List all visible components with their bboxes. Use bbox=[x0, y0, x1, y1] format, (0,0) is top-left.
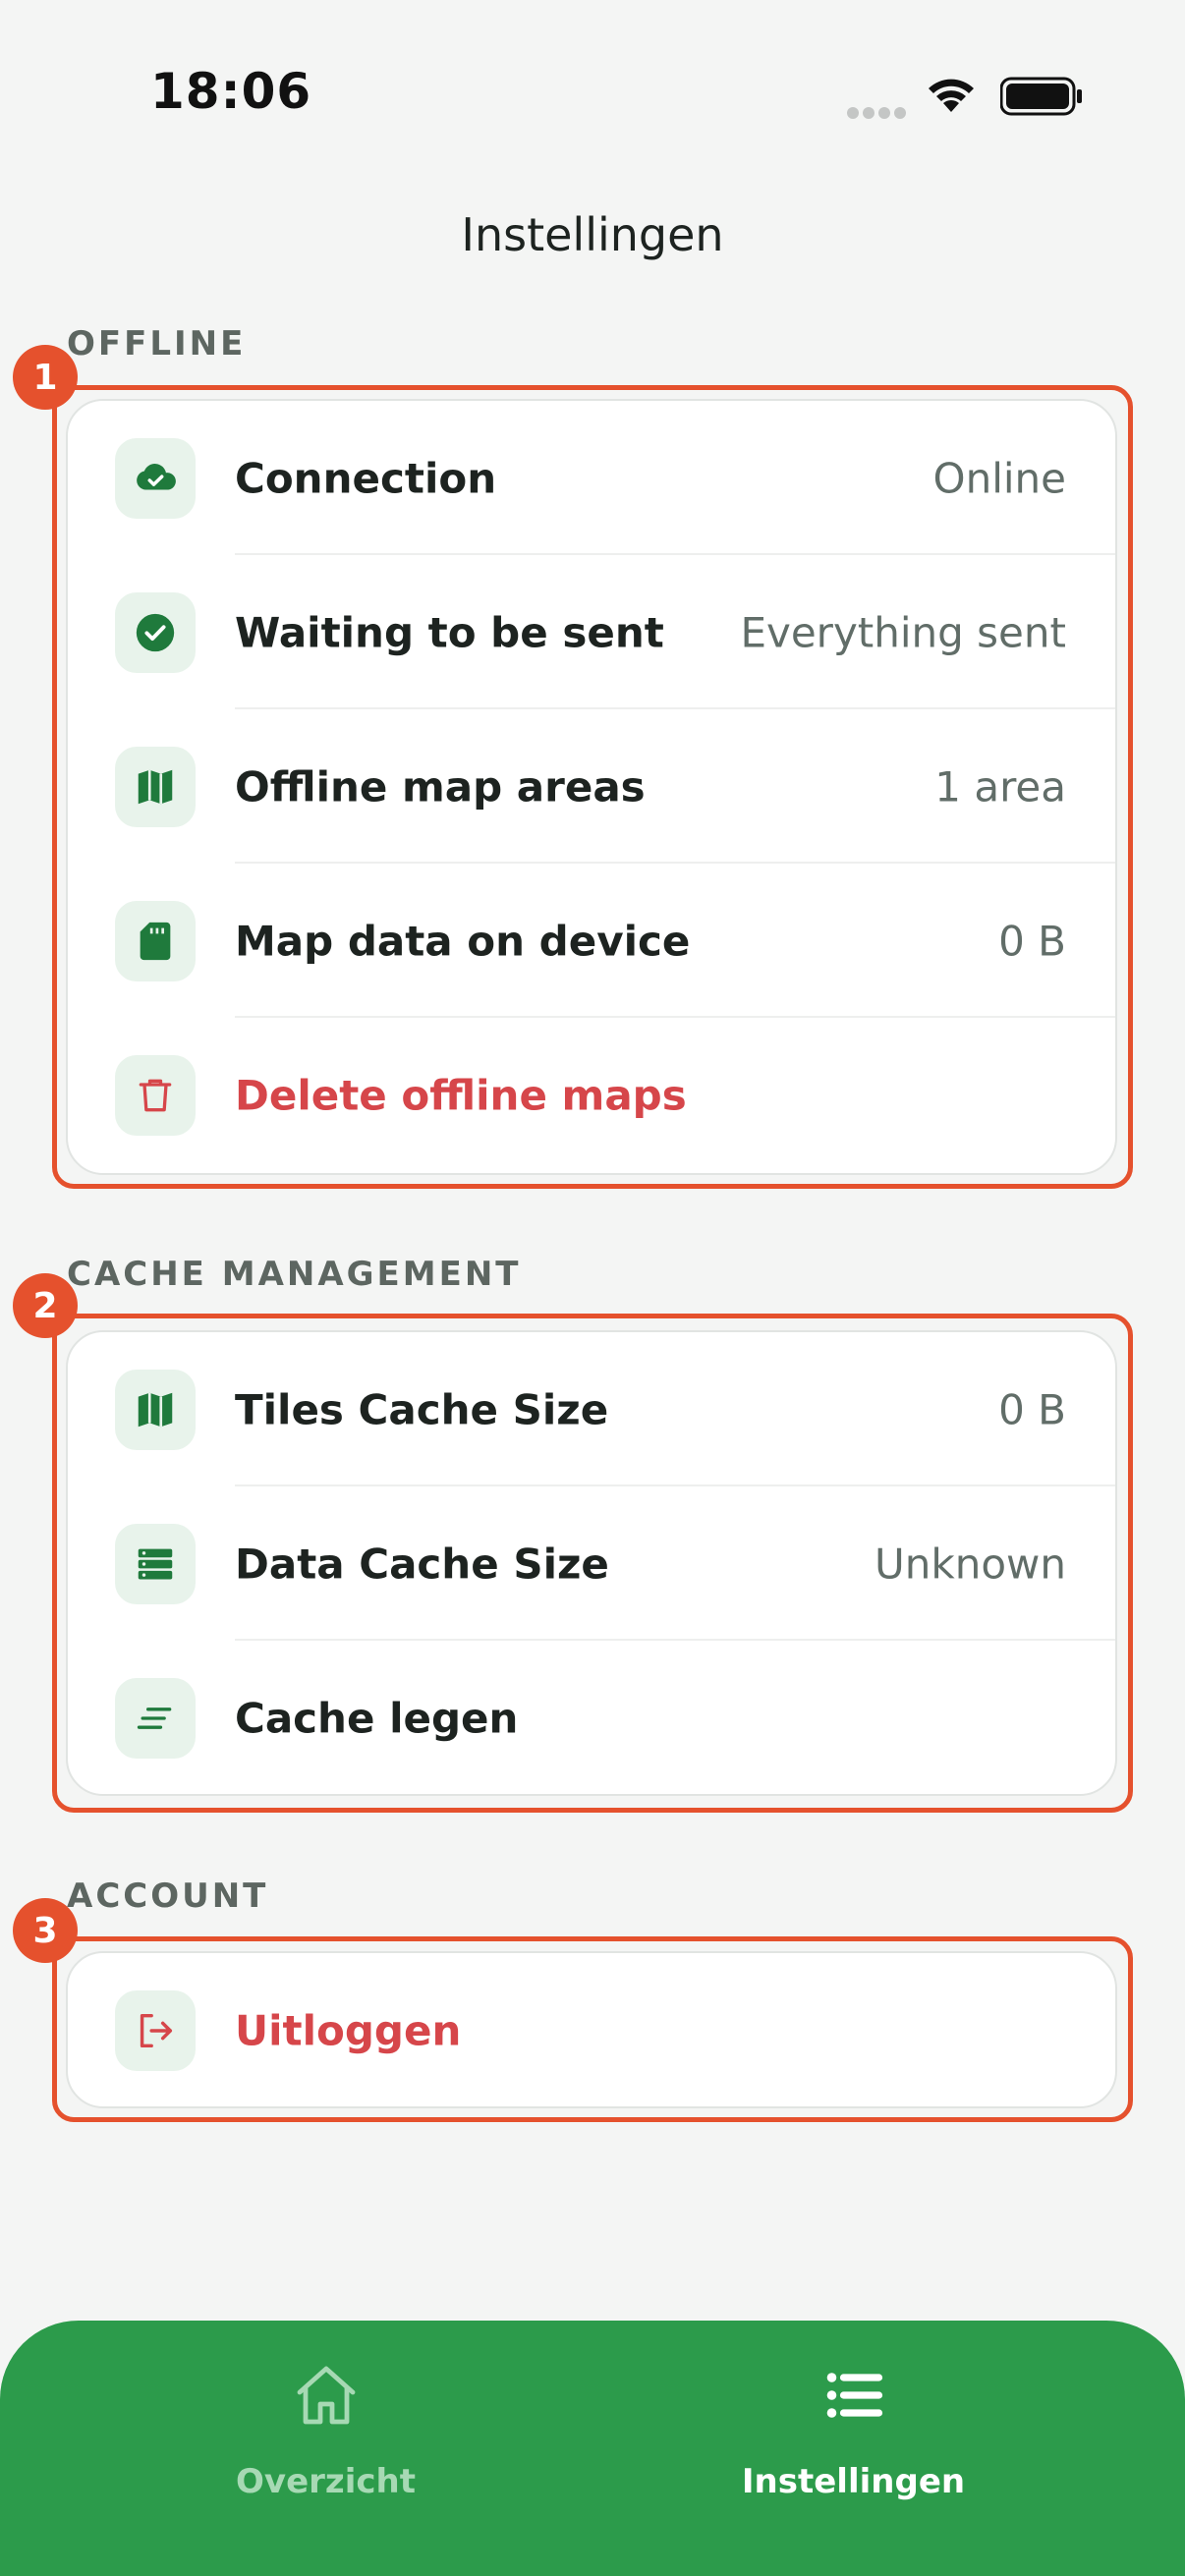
data-cache-size-label: Data Cache Size bbox=[235, 1540, 609, 1588]
section-header-offline: OFFLINE bbox=[67, 324, 247, 364]
marker-badge-2: 2 bbox=[13, 1273, 78, 1338]
marker-badge-3: 3 bbox=[13, 1898, 78, 1963]
wifi-icon bbox=[929, 79, 974, 112]
delete-offline-maps-label: Delete offline maps bbox=[235, 1071, 687, 1119]
waiting-to-be-sent-value: Everything sent bbox=[740, 608, 1066, 656]
data-cache-size-row: Data Cache Size Unknown bbox=[68, 1486, 1115, 1641]
database-icon bbox=[115, 1524, 196, 1604]
account-card: Uitloggen bbox=[66, 1951, 1117, 2108]
cache-card: Tiles Cache Size 0 B Data Cache Size Unk… bbox=[66, 1330, 1117, 1796]
map-data-on-device-label: Map data on device bbox=[235, 917, 691, 965]
tiles-cache-size-label: Tiles Cache Size bbox=[235, 1385, 609, 1433]
status-time: 18:06 bbox=[150, 63, 312, 120]
marker-badge-1: 1 bbox=[13, 345, 78, 410]
map-data-on-device-value: 0 B bbox=[998, 917, 1066, 965]
clear-cache-button[interactable]: Cache legen bbox=[68, 1641, 1115, 1794]
tab-bar: Overzicht Instellingen bbox=[0, 2321, 1185, 2576]
tiles-cache-size-value: 0 B bbox=[998, 1385, 1066, 1433]
status-bar: 18:06 bbox=[0, 0, 1185, 187]
connection-row: Connection Online bbox=[68, 401, 1115, 555]
waiting-to-be-sent-row: Waiting to be sent Everything sent bbox=[68, 555, 1115, 709]
sd-card-icon bbox=[115, 901, 196, 981]
check-circle-icon bbox=[115, 592, 196, 673]
map-icon bbox=[115, 1370, 196, 1450]
cloud-check-icon bbox=[115, 438, 196, 519]
tab-instellingen-label: Instellingen bbox=[741, 2462, 966, 2501]
connection-value: Online bbox=[932, 454, 1066, 502]
offline-card: Connection Online Waiting to be sent Eve… bbox=[66, 399, 1117, 1175]
offline-map-areas-label: Offline map areas bbox=[235, 762, 646, 811]
list-icon bbox=[826, 2373, 882, 2418]
battery-icon bbox=[1000, 77, 1082, 116]
map-icon bbox=[115, 747, 196, 827]
logout-icon bbox=[115, 1990, 196, 2071]
home-icon bbox=[297, 2366, 355, 2425]
clear-lines-icon bbox=[115, 1678, 196, 1759]
logout-label: Uitloggen bbox=[235, 2006, 462, 2054]
delete-offline-maps-button[interactable]: Delete offline maps bbox=[68, 1018, 1115, 1172]
section-header-cache: CACHE MANAGEMENT bbox=[67, 1255, 522, 1294]
tab-instellingen[interactable]: Instellingen bbox=[557, 2321, 1150, 2576]
offline-map-areas-value: 1 area bbox=[934, 762, 1066, 811]
cellular-signal-icon bbox=[847, 104, 910, 123]
trash-icon bbox=[115, 1055, 196, 1136]
tab-overzicht-label: Overzicht bbox=[236, 2462, 416, 2501]
data-cache-size-value: Unknown bbox=[875, 1540, 1066, 1588]
section-header-account: ACCOUNT bbox=[67, 1876, 269, 1916]
clear-cache-label: Cache legen bbox=[235, 1694, 519, 1742]
connection-label: Connection bbox=[235, 454, 497, 502]
page-title: Instellingen bbox=[461, 208, 724, 261]
offline-map-areas-row[interactable]: Offline map areas 1 area bbox=[68, 709, 1115, 864]
waiting-to-be-sent-label: Waiting to be sent bbox=[235, 608, 664, 656]
tiles-cache-size-row: Tiles Cache Size 0 B bbox=[68, 1332, 1115, 1486]
map-data-on-device-row: Map data on device 0 B bbox=[68, 864, 1115, 1018]
logout-button[interactable]: Uitloggen bbox=[68, 1953, 1115, 2106]
tab-overzicht[interactable]: Overzicht bbox=[29, 2321, 622, 2576]
